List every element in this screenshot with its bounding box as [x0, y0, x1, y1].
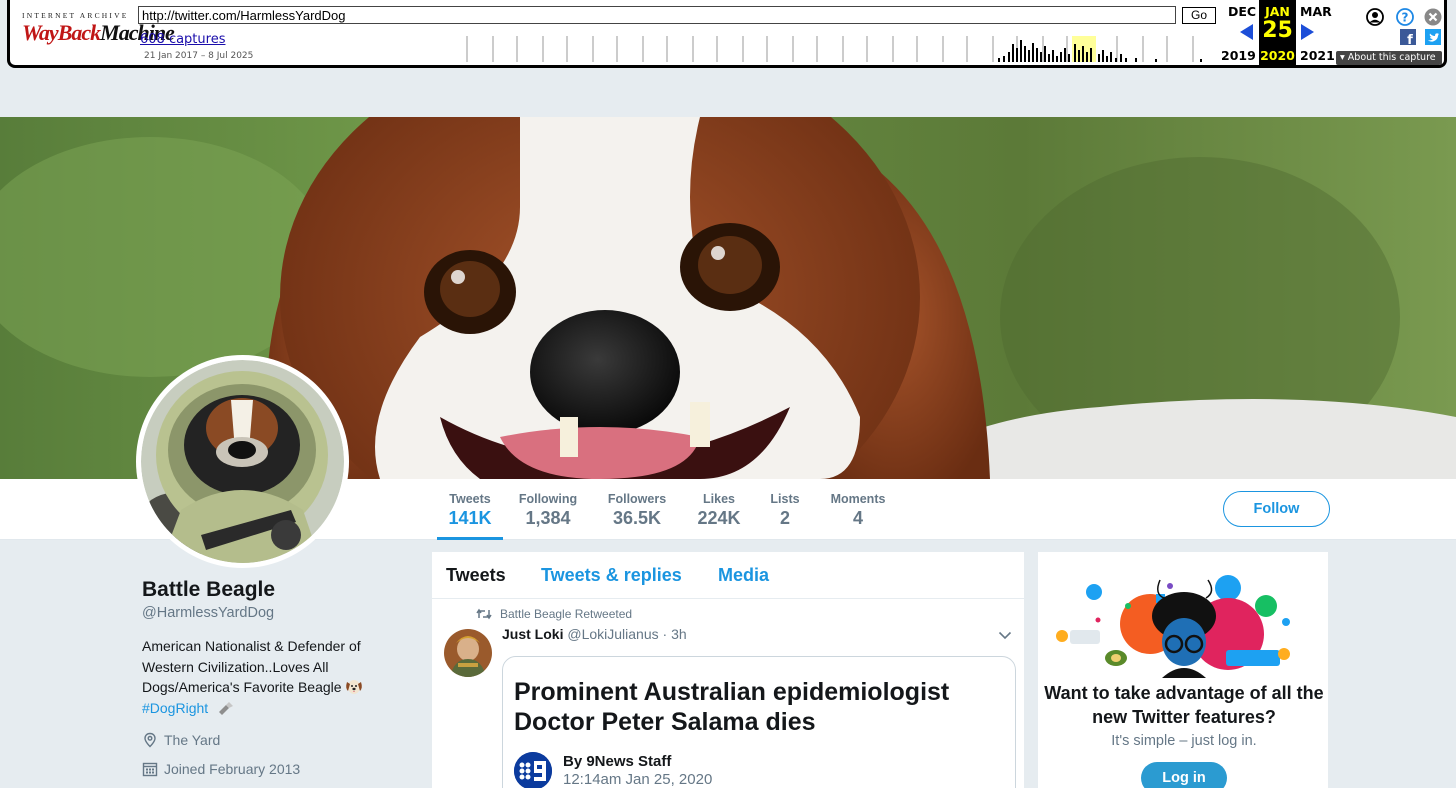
tweet-separator: ·: [662, 626, 668, 642]
tweet-avatar-image: [444, 629, 492, 677]
tab-tweets-replies[interactable]: Tweets & replies: [541, 565, 682, 586]
captures-link[interactable]: 608 captures: [140, 32, 225, 47]
avatar-image: [141, 360, 344, 563]
location-pin-icon: [144, 732, 156, 748]
bio-line: Dogs/America's Favorite Beagle: [142, 679, 342, 695]
profile-handle: @HarmlessYardDog: [142, 605, 275, 621]
stat-label: Moments: [830, 492, 886, 506]
stat-following[interactable]: Following 1,384: [512, 492, 584, 540]
current-day: 25: [1262, 18, 1293, 43]
retweet-context: Battle Beagle Retweeted: [476, 607, 632, 621]
stat-value: 224K: [697, 508, 741, 528]
profile-joined: Joined February 2013: [142, 761, 300, 777]
prev-year[interactable]: 2019: [1221, 48, 1256, 63]
current-capture-date: JAN 25 2020: [1259, 0, 1296, 65]
stat-value: 4: [852, 508, 863, 528]
stat-label: Likes: [703, 492, 735, 506]
stat-tweets[interactable]: Tweets 141K: [437, 492, 503, 540]
stat-moments[interactable]: Moments 4: [824, 492, 892, 540]
url-input[interactable]: http://twitter.com/HarmlessYardDog: [138, 6, 1176, 24]
avatar[interactable]: [136, 355, 349, 568]
help-icon[interactable]: ?: [1396, 8, 1414, 26]
stat-label: Tweets: [449, 492, 491, 506]
svg-text:f: f: [1407, 33, 1413, 45]
current-year: 2020: [1260, 48, 1295, 63]
profile-bio: American Nationalist & Defender of Weste…: [142, 636, 382, 718]
stat-value: 2: [779, 508, 790, 528]
tweet-author-name[interactable]: Just Loki: [502, 626, 563, 642]
card-source-date: 12:14am Jan 25, 2020: [563, 771, 713, 788]
stat-value: 141K: [448, 508, 492, 528]
close-icon[interactable]: [1424, 8, 1442, 26]
next-capture-arrow-icon[interactable]: [1301, 24, 1314, 40]
wayback-logo-red: WayBack: [22, 20, 101, 45]
next-month[interactable]: MAR: [1300, 4, 1332, 19]
location-text: The Yard: [164, 732, 221, 748]
nine-news-logo: [514, 752, 552, 788]
chevron-down-icon[interactable]: [998, 630, 1012, 640]
tab-media[interactable]: Media: [718, 565, 769, 586]
card-source-byline: By 9News Staff: [563, 753, 672, 770]
prev-month[interactable]: DEC: [1228, 4, 1256, 19]
timeline: Tweets Tweets & replies Media Battle Bea…: [431, 551, 1025, 788]
retweet-label[interactable]: Battle Beagle Retweeted: [500, 607, 632, 621]
next-year[interactable]: 2021: [1300, 48, 1335, 63]
promo-illustration: [1056, 575, 1290, 678]
tweet-author-avatar[interactable]: [444, 629, 492, 677]
twitter-icon[interactable]: [1425, 29, 1441, 45]
svg-text:?: ?: [1402, 11, 1409, 25]
capture-range: 21 Jan 2017 – 8 Jul 2025: [144, 51, 254, 61]
profile-name[interactable]: Battle Beagle: [142, 578, 275, 602]
stat-likes[interactable]: Likes 224K: [690, 492, 748, 540]
facebook-icon[interactable]: f: [1400, 29, 1416, 45]
bio-line: Western Civilization..Loves All: [142, 658, 329, 675]
stat-label: Followers: [607, 492, 667, 506]
tweet-timestamp[interactable]: 3h: [671, 626, 687, 642]
stat-label: Following: [518, 492, 578, 506]
tab-tweets[interactable]: Tweets: [446, 565, 506, 586]
wayback-toolbar: INTERNET ARCHIVE WayBackMachine http://t…: [7, 0, 1447, 68]
retweet-icon: [476, 608, 492, 620]
hashtag-link[interactable]: #DogRight: [142, 700, 208, 716]
login-button[interactable]: Log in: [1141, 762, 1227, 788]
profile-location: The Yard: [142, 732, 220, 748]
link-card[interactable]: Prominent Australian epidemiologist Doct…: [502, 656, 1016, 788]
about-capture-label: About this capture: [1347, 52, 1436, 63]
card-headline: Prominent Australian epidemiologist Doct…: [514, 678, 950, 736]
go-button[interactable]: Go: [1182, 7, 1216, 24]
flashlight-icon: [219, 701, 234, 715]
current-month: JAN: [1265, 4, 1290, 19]
dog-emoji-icon: [346, 680, 363, 694]
stat-value: 36.5K: [612, 508, 662, 528]
internet-archive-label: INTERNET ARCHIVE: [22, 11, 129, 20]
promo-title: Want to take advantage of all the new Tw…: [1044, 683, 1324, 727]
tweet-header: Just Loki @LokiJulianus · 3h: [502, 626, 687, 642]
login-promo-card: Want to take advantage of all the new Tw…: [1037, 551, 1329, 788]
timeline-tabs: Tweets Tweets & replies Media: [432, 552, 1024, 599]
promo-subtitle: It's simple – just log in.: [1111, 733, 1257, 749]
stat-label: Lists: [770, 492, 800, 506]
follow-button[interactable]: Follow: [1223, 491, 1330, 527]
user-icon[interactable]: [1366, 8, 1384, 26]
tweet-author-handle[interactable]: @LokiJulianus: [567, 626, 658, 642]
prev-capture-arrow-icon[interactable]: [1240, 24, 1253, 40]
stat-value: 1,384: [525, 508, 571, 528]
joined-text: Joined February 2013: [164, 761, 301, 777]
capture-sparkline[interactable]: [455, 34, 1215, 62]
bio-line: American Nationalist & Defender of: [142, 638, 361, 654]
stat-lists[interactable]: Lists 2: [764, 492, 806, 540]
about-capture-button[interactable]: ▾ About this capture: [1336, 51, 1442, 65]
stat-followers[interactable]: Followers 36.5K: [601, 492, 673, 540]
calendar-icon: [142, 762, 158, 777]
